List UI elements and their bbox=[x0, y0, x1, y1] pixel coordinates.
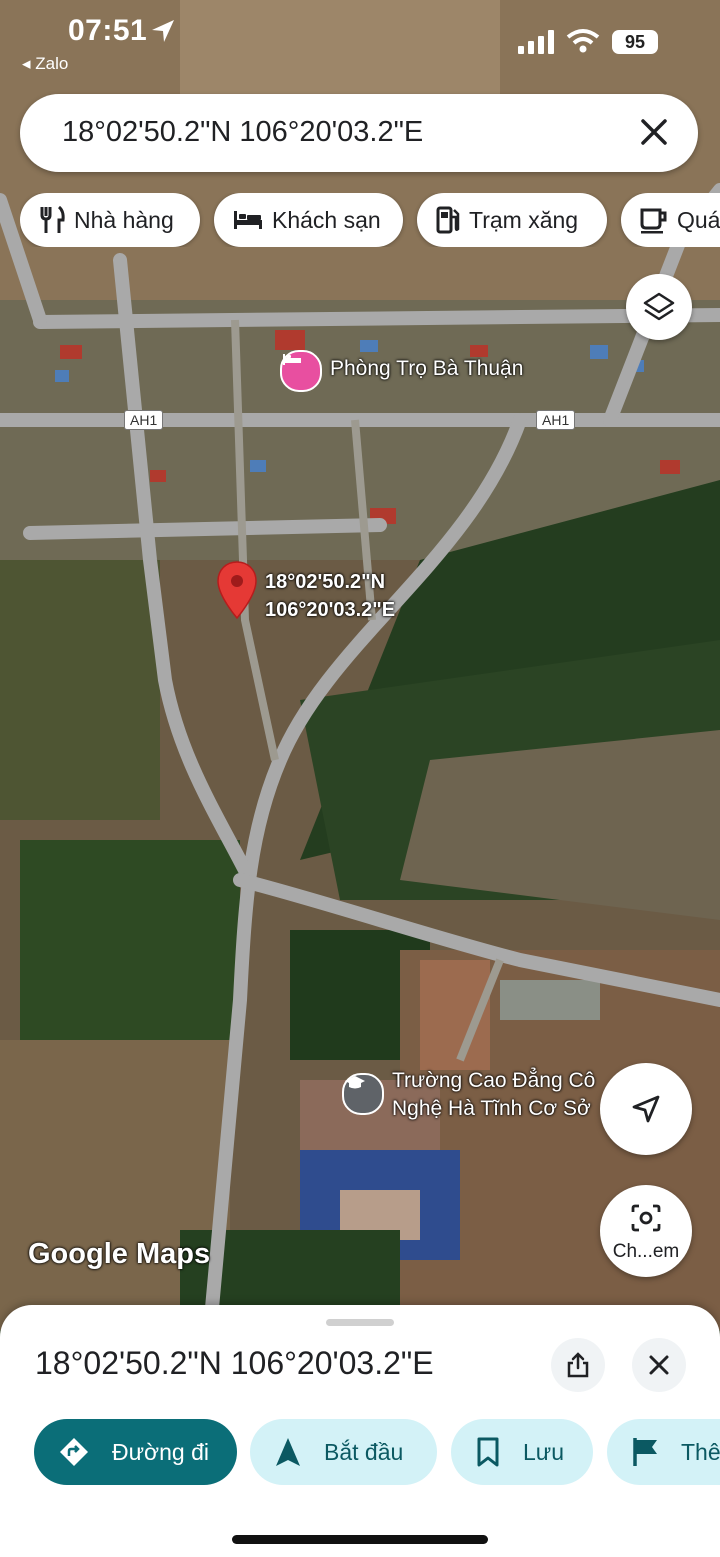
action-label: Thê bbox=[681, 1438, 720, 1465]
flag-icon bbox=[633, 1438, 657, 1466]
sheet-drag-handle[interactable] bbox=[326, 1319, 394, 1326]
chip-hotels[interactable]: Khách sạn bbox=[214, 193, 403, 247]
google-maps-logo: Google Maps bbox=[28, 1238, 211, 1270]
action-buttons: Đường đi Bắt đầu Lưu Thê bbox=[0, 1419, 720, 1487]
close-icon bbox=[649, 1355, 669, 1375]
home-indicator bbox=[232, 1535, 488, 1544]
road-shield-ah1-west: AH1 bbox=[124, 410, 164, 430]
directions-button[interactable]: Đường đi bbox=[34, 1419, 237, 1485]
camera-search-button[interactable]: Ch...em bbox=[600, 1185, 692, 1277]
gas-pump-icon bbox=[436, 206, 460, 234]
pin-coordinate-lng: 106°20'03.2"E bbox=[265, 599, 396, 621]
wifi-icon bbox=[566, 29, 600, 53]
pin-coordinate-label: 18°02'50.2"N 106°20'03.2"E bbox=[265, 568, 395, 624]
signal-icon bbox=[518, 30, 554, 54]
my-location-button[interactable] bbox=[600, 1063, 692, 1155]
bed-icon bbox=[234, 211, 262, 229]
start-button[interactable]: Bắt đầu bbox=[250, 1419, 437, 1485]
chip-label: Nhà hàng bbox=[74, 206, 174, 233]
hotel-bed-icon[interactable] bbox=[280, 350, 322, 392]
share-icon bbox=[567, 1352, 589, 1378]
sheet-title: 18°02'50.2"N 106°20'03.2"E bbox=[35, 1345, 434, 1381]
category-chips: Nhà hàng Khách sạn Trạm xăng Quá bbox=[20, 193, 720, 247]
action-label: Bắt đầu bbox=[324, 1438, 404, 1465]
share-button[interactable] bbox=[551, 1338, 605, 1392]
chip-label: Khách sạn bbox=[272, 206, 381, 233]
place-label-line-1: Trường Cao Đẳng Cô bbox=[392, 1069, 596, 1092]
status-bar: 07:51 ◂ Zalo 95 bbox=[0, 0, 720, 80]
layers-button[interactable] bbox=[626, 274, 692, 340]
place-label-phong-tro[interactable]: Phòng Trọ Bà Thuận bbox=[330, 357, 523, 381]
chip-gas-stations[interactable]: Trạm xăng bbox=[417, 193, 607, 247]
chip-restaurants[interactable]: Nhà hàng bbox=[20, 193, 200, 247]
place-label-line-2: Nghệ Hà Tĩnh Cơ Sở bbox=[392, 1097, 591, 1120]
chip-label: Quá bbox=[677, 206, 720, 233]
battery-indicator: 95 bbox=[612, 30, 658, 54]
navigation-arrow-icon bbox=[276, 1438, 300, 1466]
chip-cafes[interactable]: Quá bbox=[621, 193, 720, 247]
search-query[interactable]: 18°02'50.2"N 106°20'03.2"E bbox=[62, 116, 423, 149]
search-bar[interactable]: 18°02'50.2"N 106°20'03.2"E bbox=[20, 94, 698, 172]
navigation-arrow-icon bbox=[632, 1095, 660, 1123]
chip-label: Trạm xăng bbox=[469, 206, 579, 233]
pin-coordinate-lat: 18°02'50.2"N bbox=[265, 571, 386, 593]
location-pin-icon[interactable] bbox=[216, 560, 258, 620]
save-button[interactable]: Lưu bbox=[451, 1419, 593, 1485]
action-label: Lưu bbox=[523, 1438, 564, 1465]
camera-lens-icon bbox=[631, 1204, 661, 1232]
road-shield-ah1-east: AH1 bbox=[536, 410, 576, 430]
camera-button-label: Ch...em bbox=[612, 1241, 680, 1262]
location-arrow-icon bbox=[152, 20, 174, 42]
close-sheet-button[interactable] bbox=[632, 1338, 686, 1392]
back-to-app-link[interactable]: ◂ Zalo bbox=[22, 54, 68, 74]
graduation-cap-icon[interactable] bbox=[342, 1073, 384, 1115]
action-label: Đường đi bbox=[112, 1438, 209, 1465]
coffee-cup-icon bbox=[640, 208, 667, 234]
status-time: 07:51 bbox=[68, 14, 148, 47]
bookmark-icon bbox=[477, 1437, 499, 1467]
clear-search-icon[interactable] bbox=[636, 114, 672, 150]
fork-knife-icon bbox=[40, 205, 65, 233]
place-bottom-sheet[interactable]: 18°02'50.2"N 106°20'03.2"E Đường đi Bắt … bbox=[0, 1305, 720, 1557]
layers-icon bbox=[643, 292, 675, 321]
place-label-truong-cao-dang[interactable]: Trường Cao Đẳng Cô Nghệ Hà Tĩnh Cơ Sở bbox=[392, 1067, 595, 1123]
add-label-button[interactable]: Thê bbox=[607, 1419, 720, 1485]
directions-icon bbox=[60, 1438, 88, 1466]
